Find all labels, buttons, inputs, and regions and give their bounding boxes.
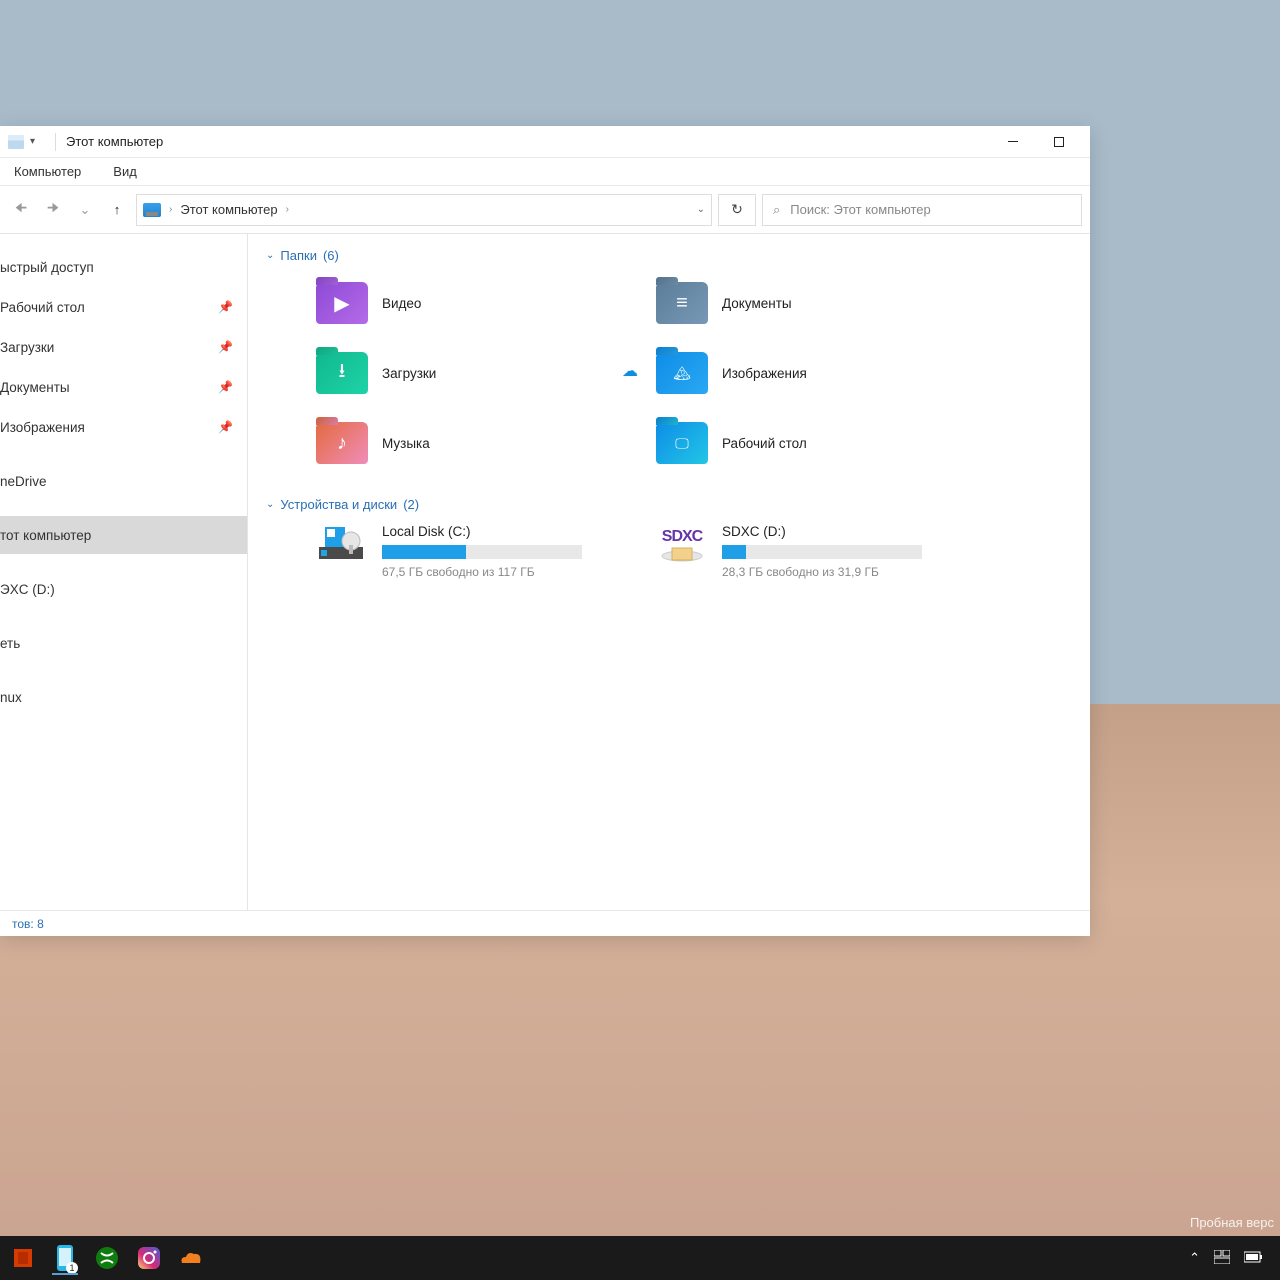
sidebar-this-pc[interactable]: тот компьютер [0, 516, 247, 554]
taskbar-xbox-icon[interactable] [90, 1241, 124, 1275]
drive-c[interactable]: Local Disk (C:) 67,5 ГБ свободно из 117 … [316, 524, 656, 579]
badge: 1 [66, 1262, 78, 1274]
sidebar-desktop[interactable]: Рабочий стол📌 [0, 288, 247, 326]
battery-icon[interactable] [1244, 1251, 1264, 1266]
quick-access-dropdown-icon[interactable]: ▾ [30, 136, 35, 147]
folder-video[interactable]: ▶ Видео [316, 275, 656, 331]
navigation-pane: ыстрый доступ Рабочий стол📌 Загрузки📌 До… [0, 234, 248, 910]
search-placeholder: Поиск: Этот компьютер [790, 202, 930, 217]
pin-icon: 📌 [218, 420, 233, 434]
titlebar: ▾ Этот компьютер [0, 126, 1090, 158]
status-bar: тов: 8 [0, 910, 1090, 936]
images-folder-icon: 🏔 [656, 352, 708, 394]
folder-documents[interactable]: ≡ Документы [656, 275, 996, 331]
menu-computer[interactable]: Компьютер [14, 164, 81, 179]
taskbar-cloudflare-icon[interactable] [174, 1241, 208, 1275]
folder-desktop[interactable]: 🖵 Рабочий стол [656, 415, 996, 471]
group-folders-header[interactable]: ⌄ Папки (6) [266, 248, 1072, 263]
drive-d[interactable]: SDXC SDXC (D:) 28,3 ГБ свободно из 31,9 … [656, 524, 996, 579]
back-button[interactable]: 🠈 [8, 197, 34, 223]
video-folder-icon: ▶ [316, 282, 368, 324]
minimize-button[interactable] [990, 126, 1036, 158]
up-button[interactable]: ↑ [104, 197, 130, 223]
tray-overflow-icon[interactable]: ⌃ [1189, 1250, 1200, 1266]
chevron-right-icon[interactable]: › [286, 204, 289, 215]
address-bar[interactable]: › Этот компьютер › ⌄ [136, 194, 712, 226]
sidebar-images[interactable]: Изображения📌 [0, 408, 247, 446]
taskbar-instagram-icon[interactable] [132, 1241, 166, 1275]
pin-icon: 📌 [218, 300, 233, 314]
storage-bar [722, 545, 922, 559]
history-dropdown[interactable]: ⌄ [72, 197, 98, 223]
desktop-folder-icon: 🖵 [656, 422, 708, 464]
sidebar-quick-access[interactable]: ыстрый доступ [0, 248, 247, 286]
file-explorer-window: ▾ Этот компьютер Компьютер Вид 🠈 🠊 ⌄ ↑ ›… [0, 126, 1090, 936]
taskbar-office-icon[interactable] [6, 1241, 40, 1275]
pin-icon: 📌 [218, 380, 233, 394]
taskbar-phone-icon[interactable]: 1 [48, 1241, 82, 1275]
chevron-right-icon: › [169, 204, 172, 215]
menubar: Компьютер Вид [0, 158, 1090, 186]
system-tray: ⌃ [1189, 1250, 1274, 1267]
task-view-icon[interactable] [1214, 1250, 1230, 1267]
folder-icon [8, 135, 24, 149]
item-count: тов: 8 [12, 917, 44, 931]
search-input[interactable]: ⌕ Поиск: Этот компьютер [762, 194, 1082, 226]
address-dropdown-icon[interactable]: ⌄ [697, 204, 705, 215]
pin-icon: 📌 [218, 340, 233, 354]
sidebar-linux[interactable]: nux [0, 678, 247, 716]
chevron-down-icon: ⌄ [266, 499, 274, 510]
window-title: Этот компьютер [66, 134, 163, 149]
downloads-folder-icon: ⭳ [316, 352, 368, 394]
sidebar-network[interactable]: еть [0, 624, 247, 662]
storage-bar [382, 545, 582, 559]
navigation-bar: 🠈 🠊 ⌄ ↑ › Этот компьютер › ⌄ ↻ ⌕ Поиск: … [0, 186, 1090, 234]
this-pc-icon [143, 203, 161, 217]
sidebar-onedrive[interactable]: neDrive [0, 462, 247, 500]
local-disk-icon [316, 524, 368, 566]
maximize-button[interactable] [1036, 126, 1082, 158]
search-icon: ⌕ [773, 202, 780, 218]
sidebar-sdxc[interactable]: ЭXC (D:) [0, 570, 247, 608]
sdxc-icon: SDXC [656, 524, 708, 566]
sidebar-documents[interactable]: Документы📌 [0, 368, 247, 406]
breadcrumb-root[interactable]: Этот компьютер [180, 202, 277, 217]
chevron-down-icon: ⌄ [266, 250, 274, 261]
separator [55, 133, 56, 151]
group-devices-header[interactable]: ⌄ Устройства и диски (2) [266, 497, 1072, 512]
folder-images[interactable]: ☁ 🏔 Изображения [656, 345, 996, 401]
forward-button[interactable]: 🠊 [40, 197, 66, 223]
windows-watermark: Пробная верс [1190, 1215, 1274, 1230]
documents-folder-icon: ≡ [656, 282, 708, 324]
cloud-sync-icon: ☁ [622, 361, 638, 381]
music-folder-icon: ♪ [316, 422, 368, 464]
refresh-button[interactable]: ↻ [718, 194, 756, 226]
taskbar: 1 ⌃ [0, 1236, 1280, 1280]
folder-music[interactable]: ♪ Музыка [316, 415, 656, 471]
content-pane: ⌄ Папки (6) ▶ Видео ≡ Документы ⭳ Загруз… [248, 234, 1090, 910]
menu-view[interactable]: Вид [113, 164, 137, 179]
folder-downloads[interactable]: ⭳ Загрузки [316, 345, 656, 401]
sidebar-downloads[interactable]: Загрузки📌 [0, 328, 247, 366]
